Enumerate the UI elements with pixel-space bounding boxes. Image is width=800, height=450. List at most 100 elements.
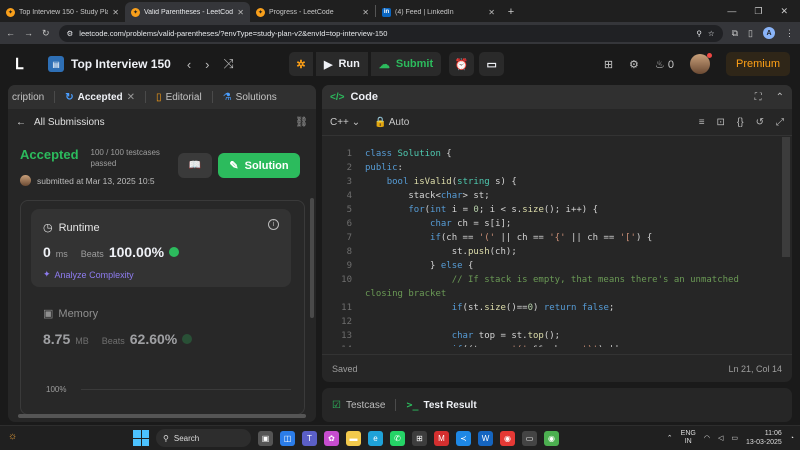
info-icon[interactable]: i: [268, 219, 279, 230]
notes-button[interactable]: ▭: [479, 52, 505, 76]
tab-description[interactable]: cription: [12, 92, 44, 103]
streak-counter[interactable]: ♨ 0: [655, 58, 674, 71]
run-button[interactable]: ▶ Run: [316, 52, 368, 76]
weather-icon[interactable]: ☼: [8, 431, 24, 445]
close-icon[interactable]: ✕: [237, 8, 244, 17]
browser-tab-study-plan[interactable]: ✦ Top Interview 150 - Study Plan ✕: [0, 2, 125, 22]
code-line[interactable]: 1 class Solution {: [322, 147, 752, 161]
code-line[interactable]: 13 char top = st.top();: [322, 329, 752, 343]
taskbar-search[interactable]: ⚲ Search: [156, 429, 251, 447]
tab-accepted[interactable]: ↻ Accepted ✕: [65, 92, 135, 103]
close-icon[interactable]: ✕: [488, 8, 495, 17]
braces-icon[interactable]: {}: [737, 117, 744, 128]
browser-tab-linkedin[interactable]: in (4) Feed | LinkedIn ✕: [376, 2, 501, 22]
code-text[interactable]: } else {: [365, 259, 473, 273]
leetcode-logo-icon[interactable]: ᒪ: [10, 55, 28, 73]
code-line[interactable]: closing bracket: [322, 287, 752, 301]
copilot-icon[interactable]: ✿: [324, 430, 339, 446]
minimize-icon[interactable]: —: [727, 6, 736, 16]
maximize-icon[interactable]: ❐: [754, 6, 762, 17]
back-arrow-icon[interactable]: ←: [6, 28, 15, 38]
volume-icon[interactable]: ◁: [718, 434, 723, 442]
notification-bell-icon[interactable]: ◔: [790, 435, 794, 442]
extensions-icon[interactable]: ⧉: [732, 28, 738, 39]
vscode-icon[interactable]: ≺: [456, 430, 471, 446]
post-solution-button[interactable]: ✎ Solution: [218, 153, 300, 178]
code-line[interactable]: 12: [322, 315, 752, 329]
forward-arrow-icon[interactable]: →: [24, 28, 33, 38]
user-avatar[interactable]: [689, 53, 712, 74]
collapse-icon[interactable]: ⌃: [776, 92, 784, 103]
analyze-complexity-link[interactable]: ✦ Analyze Complexity: [43, 269, 134, 280]
code-text[interactable]: // If stack is empty, that means there's…: [365, 273, 739, 287]
reset-icon[interactable]: ↺: [756, 117, 764, 128]
task-view-icon[interactable]: ▣: [258, 430, 273, 446]
bookmark-star-icon[interactable]: ☆: [708, 29, 715, 38]
windows-start-icon[interactable]: [133, 430, 149, 446]
code-text[interactable]: closing bracket: [365, 287, 446, 301]
vertical-scrollbar[interactable]: [310, 198, 314, 318]
code-line[interactable]: 3 bool isValid(string s) {: [322, 175, 752, 189]
store-icon[interactable]: ⊞: [412, 430, 427, 446]
tab-editorial[interactable]: ▯ Editorial: [156, 92, 202, 103]
code-line[interactable]: 4 stack<char> st;: [322, 189, 752, 203]
code-text[interactable]: bool isValid(string s) {: [365, 175, 517, 189]
code-editor[interactable]: 1 class Solution {2 public: 3 bool isValid(…: [322, 141, 792, 347]
clock[interactable]: 11:06 13-03-2025: [746, 429, 782, 447]
layout-grid-icon[interactable]: ⊞: [604, 58, 613, 71]
mcafee-icon[interactable]: M: [434, 430, 449, 446]
input-language[interactable]: ENG IN: [681, 430, 696, 446]
code-line[interactable]: 5 for(int i = 0; i < s.size(); i++) {: [322, 203, 752, 217]
code-text[interactable]: if(ch == '(' || ch == '{' || ch == '[') …: [365, 231, 652, 245]
tab-test-result[interactable]: >_ Test Result: [406, 400, 476, 411]
back-arrow-icon[interactable]: ←: [16, 117, 26, 128]
close-icon[interactable]: ✕: [112, 8, 119, 17]
code-text[interactable]: public:: [365, 161, 403, 175]
tab-testcase[interactable]: ☑ Testcase: [332, 400, 385, 411]
format-icon[interactable]: ≡: [699, 117, 705, 128]
chevron-up-icon[interactable]: ⌃: [667, 434, 673, 442]
code-line[interactable]: 9 } else {: [322, 259, 752, 273]
code-text[interactable]: if(st.size()==0) return false;: [365, 301, 615, 315]
site-info-icon[interactable]: ⚙: [67, 29, 74, 38]
edge-icon[interactable]: e: [368, 430, 383, 446]
memory-title[interactable]: ▣ Memory: [43, 307, 98, 321]
profile-avatar[interactable]: A: [763, 27, 775, 39]
battery-icon[interactable]: ▭: [731, 434, 738, 442]
browser-tab-progress[interactable]: ✦ Progress - LeetCode ✕: [250, 2, 375, 22]
premium-button[interactable]: Premium: [725, 52, 790, 76]
code-line[interactable]: 8 st.push(ch);: [322, 245, 752, 259]
expand-icon[interactable]: ⤢: [776, 117, 784, 128]
autocomplete-mode[interactable]: 🔒 Auto: [374, 117, 409, 128]
chrome-icon[interactable]: ◉: [500, 430, 515, 446]
file-explorer-icon[interactable]: ▬: [346, 430, 361, 446]
link-icon[interactable]: ⛓: [295, 117, 308, 128]
code-line[interactable]: 2 public:: [322, 161, 752, 175]
browser-tab-valid-parentheses[interactable]: ✦ Valid Parentheses - LeetCode ✕: [125, 2, 250, 22]
prev-problem-icon[interactable]: ‹: [187, 57, 191, 72]
horizontal-scrollbar[interactable]: [18, 414, 306, 418]
address-bar[interactable]: ⚙ leetcode.com/problems/valid-parenthese…: [58, 24, 723, 42]
code-text[interactable]: char top = st.top();: [365, 329, 560, 343]
settings-gear-icon[interactable]: ⚙: [629, 58, 639, 71]
teams-icon[interactable]: T: [302, 430, 317, 446]
all-submissions-link[interactable]: All Submissions: [34, 117, 105, 128]
shuffle-icon[interactable]: ⤨: [224, 56, 234, 72]
code-text[interactable]: stack<char> st;: [365, 189, 489, 203]
terminal-app-icon[interactable]: ▭: [522, 430, 537, 446]
code-line[interactable]: 14 if((top == '(' && ch == ')') ||: [322, 343, 752, 347]
word-icon[interactable]: W: [478, 430, 493, 446]
next-problem-icon[interactable]: ›: [205, 57, 209, 72]
sidebar-icon[interactable]: ▯: [748, 28, 753, 39]
new-tab-button[interactable]: +: [501, 2, 521, 22]
timer-button[interactable]: ⏰: [449, 52, 475, 76]
tab-solutions[interactable]: ⚗ Solutions: [223, 92, 277, 103]
bookmark-icon[interactable]: ⊡: [717, 117, 725, 128]
code-text[interactable]: char ch = s[i];: [365, 217, 511, 231]
widgets-icon[interactable]: ◫: [280, 430, 295, 446]
menu-icon[interactable]: ⋮: [785, 28, 794, 39]
code-text[interactable]: for(int i = 0; i < s.size(); i++) {: [365, 203, 598, 217]
editorial-button[interactable]: 📖: [178, 153, 212, 178]
language-select[interactable]: C++ ⌄: [330, 117, 360, 128]
code-line[interactable]: 6 char ch = s[i];: [322, 217, 752, 231]
